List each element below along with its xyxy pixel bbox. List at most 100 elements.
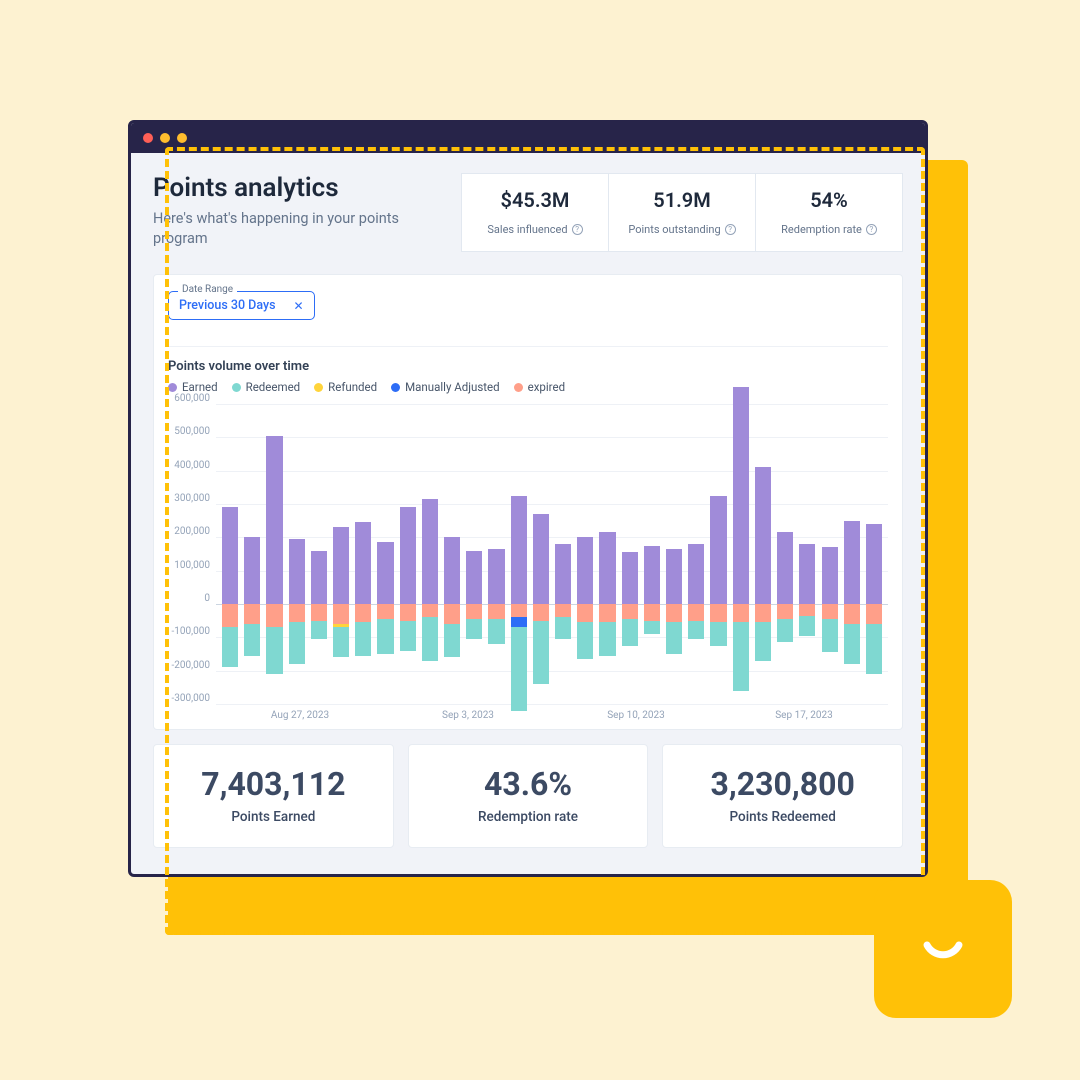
close-icon[interactable]: ✕: [294, 299, 304, 313]
bar-column[interactable]: [864, 404, 884, 704]
bar-segment-expired: [222, 604, 238, 627]
bar-segment-expired: [244, 604, 260, 624]
bar-column[interactable]: [753, 404, 773, 704]
legend-item-redeemed[interactable]: Redeemed: [232, 380, 301, 394]
bar-column[interactable]: [398, 404, 418, 704]
bar-column[interactable]: [708, 404, 728, 704]
legend-item-refunded[interactable]: Refunded: [314, 380, 377, 394]
bar-column[interactable]: [553, 404, 573, 704]
bar-segment-redeemed: [777, 619, 793, 642]
bar-column[interactable]: [309, 404, 329, 704]
bar-column[interactable]: [642, 404, 662, 704]
bar-segment-earned: [533, 514, 549, 604]
bar-segment-earned: [799, 544, 815, 604]
bar-segment-redeemed: [400, 621, 416, 651]
bar-segment-expired: [844, 604, 860, 624]
bar-segment-expired: [444, 604, 460, 624]
bar-segment-earned: [777, 532, 793, 604]
info-icon[interactable]: ?: [572, 224, 583, 235]
bar-column[interactable]: [242, 404, 262, 704]
x-tick-label: Sep 10, 2023: [552, 710, 720, 721]
legend-label: Refunded: [328, 380, 377, 394]
page-subtitle: Here's what's happening in your points p…: [153, 209, 442, 250]
bar-column[interactable]: [353, 404, 373, 704]
bar-column[interactable]: [664, 404, 684, 704]
legend-swatch: [232, 383, 241, 392]
bar-segment-redeemed: [844, 624, 860, 664]
bar-column[interactable]: [509, 404, 529, 704]
bar-column[interactable]: [797, 404, 817, 704]
x-tick-label: Sep 17, 2023: [720, 710, 888, 721]
window-close-icon[interactable]: [143, 133, 153, 143]
bar-segment-expired: [333, 604, 349, 624]
bar-segment-redeemed: [466, 619, 482, 639]
bar-segment-earned: [444, 537, 460, 604]
bar-column[interactable]: [597, 404, 617, 704]
bar-segment-expired: [555, 604, 571, 617]
bar-column[interactable]: [842, 404, 862, 704]
info-icon[interactable]: ?: [866, 224, 877, 235]
bar-segment-earned: [866, 524, 882, 604]
bar-segment-redeemed: [333, 627, 349, 657]
bar-segment-redeemed: [799, 616, 815, 636]
bar-column[interactable]: [287, 404, 307, 704]
bar-segment-redeemed: [710, 622, 726, 645]
bar-column[interactable]: [264, 404, 284, 704]
bar-segment-expired: [488, 604, 504, 619]
bar-segment-earned: [244, 537, 260, 604]
bar-column[interactable]: [220, 404, 240, 704]
legend-item-earned[interactable]: Earned: [168, 380, 218, 394]
bar-segment-redeemed: [222, 627, 238, 667]
bar-segment-redeemed: [444, 624, 460, 657]
kpi-label: Sales influenced ?: [487, 223, 582, 236]
bar-segment-expired: [533, 604, 549, 621]
bar-segment-earned: [333, 527, 349, 604]
smile-icon: [911, 917, 975, 981]
bar-column[interactable]: [775, 404, 795, 704]
window-minimize-icon[interactable]: [160, 133, 170, 143]
bar-segment-expired: [866, 604, 882, 624]
summary-stats: 7,403,112Points Earned43.6%Redemption ra…: [153, 744, 903, 848]
bar-column[interactable]: [731, 404, 751, 704]
bar-column[interactable]: [442, 404, 462, 704]
bar-segment-expired: [755, 604, 771, 622]
stat-value: 3,230,800: [673, 765, 892, 803]
date-range-filter[interactable]: Date Range Previous 30 Days ✕: [168, 291, 315, 320]
bar-column[interactable]: [486, 404, 506, 704]
bar-segment-redeemed: [533, 621, 549, 684]
bar-segment-redeemed: [866, 624, 882, 674]
bar-column[interactable]: [464, 404, 484, 704]
bar-segment-earned: [733, 387, 749, 604]
bar-segment-expired: [577, 604, 593, 622]
bar-segment-expired: [422, 604, 438, 617]
stat-value: 7,403,112: [164, 765, 383, 803]
bar-column[interactable]: [620, 404, 640, 704]
window-zoom-icon[interactable]: [177, 133, 187, 143]
bar-segment-expired: [289, 604, 305, 622]
legend-item-expired[interactable]: expired: [514, 380, 565, 394]
y-axis: 600,000500,000400,000300,000200,000100,0…: [168, 404, 216, 704]
legend-label: Manually Adjusted: [405, 380, 500, 394]
bar-segment-redeemed: [622, 619, 638, 646]
bar-segment-redeemed: [511, 627, 527, 710]
bar-segment-earned: [266, 436, 282, 604]
bar-column[interactable]: [420, 404, 440, 704]
bar-segment-redeemed: [311, 621, 327, 639]
bar-column[interactable]: [686, 404, 706, 704]
bar-column[interactable]: [531, 404, 551, 704]
bar-column[interactable]: [375, 404, 395, 704]
info-icon[interactable]: ?: [725, 224, 736, 235]
stat-card: 7,403,112Points Earned: [153, 744, 394, 848]
legend-item-manual[interactable]: Manually Adjusted: [391, 380, 500, 394]
bar-segment-expired: [599, 604, 615, 622]
bar-segment-earned: [555, 544, 571, 604]
bar-column[interactable]: [331, 404, 351, 704]
bar-column[interactable]: [575, 404, 595, 704]
bar-column[interactable]: [819, 404, 839, 704]
bar-segment-earned: [599, 532, 615, 604]
bar-segment-redeemed: [755, 622, 771, 660]
date-range-value: Previous 30 Days: [179, 298, 276, 313]
kpi-label: Points outstanding ?: [628, 223, 735, 236]
bar-segment-redeemed: [822, 619, 838, 652]
bar-segment-earned: [289, 539, 305, 604]
